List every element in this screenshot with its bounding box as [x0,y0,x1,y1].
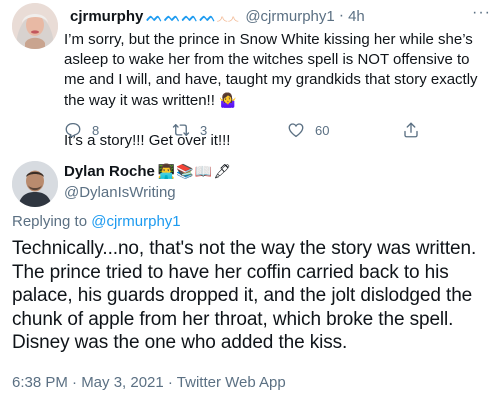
reply-count: 8 [92,122,100,138]
share-icon [404,122,418,138]
reply-button[interactable]: 8 [64,121,99,139]
retweet-count: 3 [200,122,208,138]
reply-time[interactable]: 4h [348,8,365,25]
like-button[interactable]: 60 [287,121,329,139]
flexed-biceps-icon: ◞◟ [217,7,228,23]
separator-dot: · [338,7,345,24]
replying-to: Replying to @cjrmurphy1 [12,213,181,230]
reply-author-handle[interactable]: @cjrmurphy1 [245,8,334,25]
main-author-handle[interactable]: @DylanIsWriting [64,184,176,201]
share-button[interactable] [402,121,430,139]
main-tweet-author: Dylan Roche 👨‍💻📚📖🖋 [64,163,232,180]
wave-icon: ᨓ [164,7,181,24]
like-count: 60 [315,122,330,138]
main-author-name[interactable]: Dylan Roche [64,163,155,180]
main-author-emojis: 👨‍💻📚📖🖋 [157,163,232,179]
reply-tweet-header: cjrmurphy ᨓ ᨓ ᨓ ᨓ ◞◟ ◞◟ @cjrmurphy1 · 4h [70,6,473,26]
flexed-biceps-icon: ◞◟ [228,7,239,23]
avatar-dylan-roche[interactable] [12,161,58,207]
reply-icon [65,122,81,139]
replying-to-link[interactable]: @cjrmurphy1 [91,213,180,230]
wave-icon: ᨓ [181,7,199,24]
reply-tweet-actions: 8 3 60 [60,121,430,143]
more-options-icon[interactable]: ··· [472,4,491,22]
tweet-timestamp[interactable]: 6:38 PM · May 3, 2021 · Twitter Web App [12,374,286,391]
retweet-icon [172,124,190,136]
replying-to-label: Replying to [12,213,88,230]
reply-paragraph-1: I’m sorry, but the prince in Snow White … [64,31,478,109]
wave-icon: ᨓ [199,7,217,24]
reply-author-name[interactable]: cjrmurphy [70,8,143,25]
avatar-cjrmurphy[interactable] [12,3,58,49]
wave-icon: ᨓ [146,7,164,24]
main-tweet-text: Technically...no, that's not the way the… [12,238,477,353]
heart-icon [288,123,304,138]
reply-author-emojis: ᨓ ᨓ ᨓ ᨓ ◞◟ ◞◟ [146,8,239,25]
retweet-button[interactable]: 3 [172,121,207,139]
woman-shrugging-icon: 🤷‍♀️ [219,92,237,108]
